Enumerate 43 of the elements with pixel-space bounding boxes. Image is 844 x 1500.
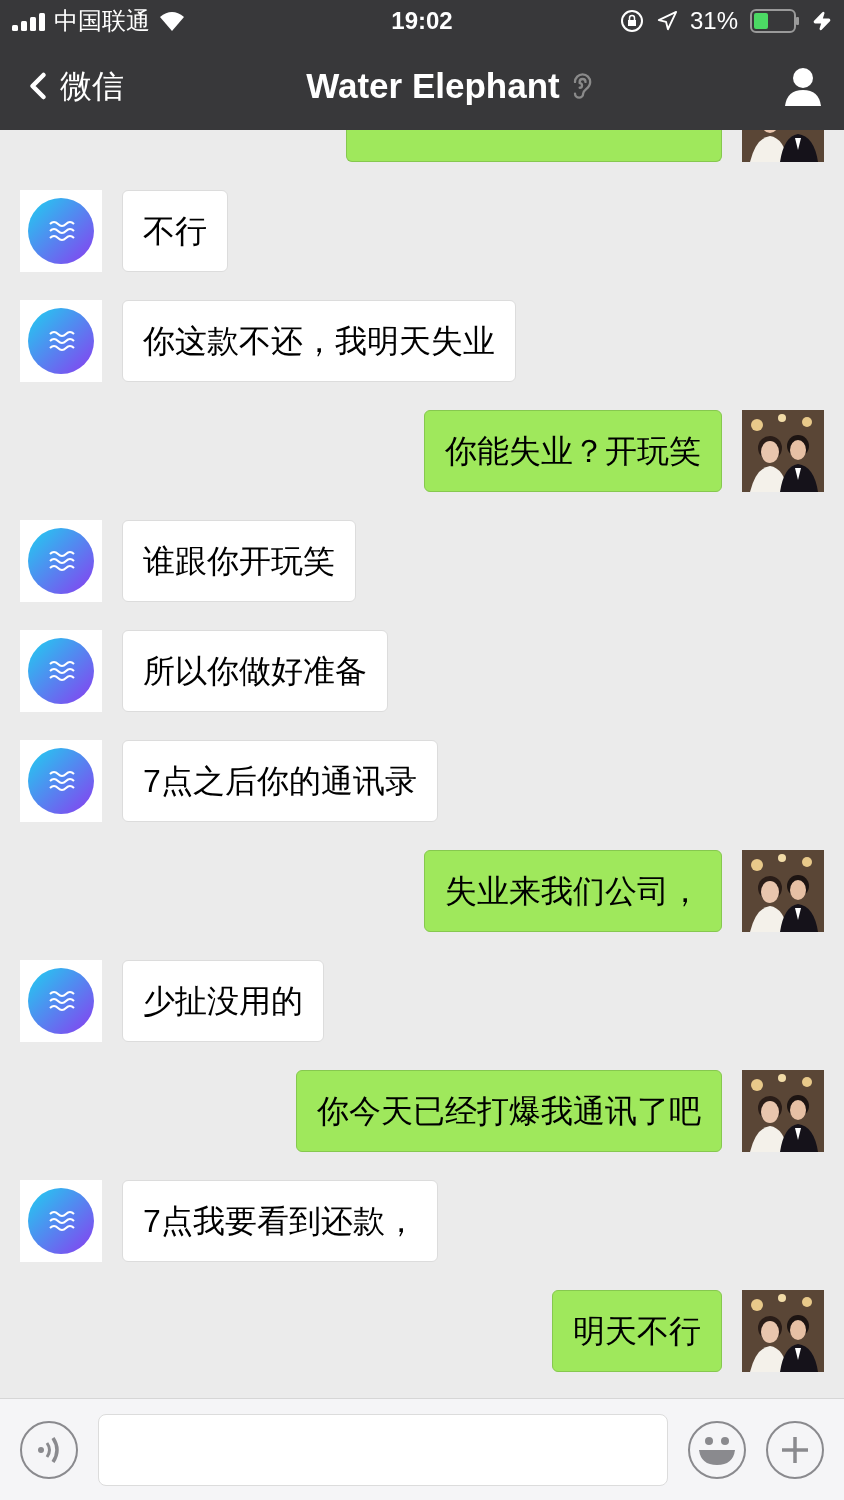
location-arrow-icon [655,10,678,32]
clock-time: 19:02 [391,6,453,36]
person-icon [783,66,823,106]
message-bubble[interactable]: 不行 [122,190,228,272]
bot-avatar[interactable] [20,630,102,712]
wave-logo-icon [28,1188,94,1254]
message-input[interactable] [98,1413,668,1486]
emoji-button[interactable] [688,1420,746,1479]
bot-avatar[interactable] [20,1180,102,1262]
bot-avatar[interactable] [20,960,102,1042]
message-bubble[interactable]: 所以你做好准备 [122,630,388,712]
battery-percent: 31% [689,6,738,36]
bot-avatar[interactable] [20,190,102,272]
bot-avatar[interactable] [20,300,102,382]
message-bubble[interactable]: 你今天已经打爆我通讯了吧 [296,1070,722,1152]
wave-logo-icon [28,968,94,1034]
voice-button[interactable] [20,1420,78,1479]
signal-icon [12,11,46,31]
message-bubble[interactable]: 明天不行 [552,1290,722,1372]
wave-logo-icon [28,308,94,374]
wave-logo-icon [28,638,94,704]
message-bubble[interactable]: 7点我要看到还款， [122,1180,438,1262]
message-bubble[interactable]: 失业来我们公司， [424,850,722,932]
message-bubble[interactable]: 7点之后你的通讯录 [122,740,438,822]
plus-icon [780,1434,810,1465]
message-bubble[interactable]: 你这款不还，我明天失业 [122,300,516,382]
chat-title: Water Elephant [306,64,560,107]
battery-icon [750,9,800,33]
message-bubble[interactable]: 你能失业？开玩笑 [424,410,722,492]
plus-button[interactable] [766,1420,824,1479]
wave-logo-icon [28,198,94,264]
charging-icon [812,11,832,31]
wifi-icon [158,11,186,31]
carrier-name: 中国联通 [54,6,150,36]
wave-logo-icon [28,748,94,814]
message-bubble[interactable]: 谁跟你开玩笑 [122,520,356,602]
back-button[interactable]: 微信 [16,62,124,110]
sound-waves-icon [36,1434,62,1465]
wave-logo-icon [28,528,94,594]
rotation-lock-icon [619,9,644,33]
message-bubble[interactable]: 少扯没用的 [122,960,324,1042]
bot-avatar[interactable] [20,520,102,602]
bot-avatar[interactable] [20,740,102,822]
